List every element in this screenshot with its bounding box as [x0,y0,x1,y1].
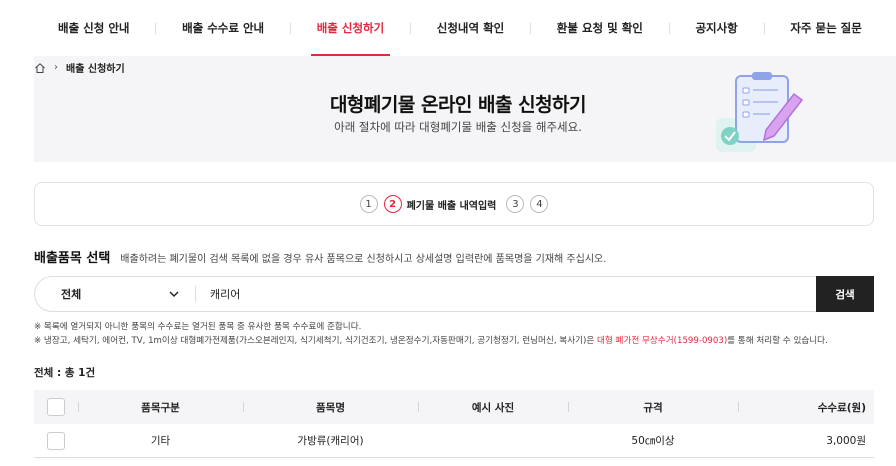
top-nav: 배출 신청 안내 배출 수수료 안내 배출 신청하기 신청내역 확인 환불 요청… [0,0,896,56]
notice-line-2-end: 를 통해 처리할 수 있습니다. [727,336,828,346]
nav-item-faq[interactable]: 자주 묻는 질문 [790,0,862,56]
header-checkbox-cell [34,390,78,424]
row-category: 기타 [150,435,171,447]
header-spec: 규격 [568,390,738,424]
header-fee: 수수료(원) [738,390,874,424]
row-spec: 50㎝이상 [631,435,675,447]
nav-item-notice[interactable]: 공지사항 [695,0,737,56]
step-indicator: 1 2 폐기물 배출 내역입력 3 4 [34,182,874,226]
row-fee: 3,000원 [826,435,866,447]
nav-separator [530,22,532,34]
nav-item-guide[interactable]: 배출 신청 안내 [58,0,130,56]
nav-item-apply[interactable]: 배출 신청하기 [310,0,391,56]
nav-item-history[interactable]: 신청내역 확인 [437,0,504,56]
table-header: 품목구분 품목명 예시 사진 규격 수수료(원) [34,390,874,424]
nav-item-refund[interactable]: 환불 요청 및 확인 [557,0,643,56]
results-table: 품목구분 품목명 예시 사진 규격 수수료(원) 기타 가방류(캐리어) 50㎝… [34,390,874,458]
notice-line-2-text: ※ 냉장고, 세탁기, 에어컨, TV, 1m이상 대형폐가전제품(가스오븐레인… [34,336,597,346]
section-header: 배출품목 선택 배출하려는 폐기물이 검색 목록에 없을 경우 유사 품목으로 … [34,247,606,266]
row-checkbox[interactable] [47,431,65,450]
header-category: 품목구분 [78,390,243,424]
notice-line-1: ※ 목록에 열거되지 아니한 품목의 수수료는 열거된 품목 중 유사한 품목 … [34,322,362,332]
table-row[interactable]: 기타 가방류(캐리어) 50㎝이상 3,000원 [34,424,874,458]
search-bar: 전체 검색 [34,276,874,312]
select-all-checkbox[interactable] [47,398,65,416]
notice-text: ※ 목록에 열거되지 아니한 품목의 수수료는 열거된 품목 중 유사한 품목 … [34,320,828,348]
section-description: 배출하려는 폐기물이 검색 목록에 없을 경우 유사 품목으로 신청하시고 상세… [120,254,607,265]
step-2-label: 폐기물 배출 내역입력 [406,200,497,212]
header-photo: 예시 사진 [418,390,568,424]
chevron-right-icon: › [54,62,58,73]
notice-line-2: ※ 냉장고, 세탁기, 에어컨, TV, 1m이상 대형폐가전제품(가스오븐레인… [34,334,828,348]
total-count: 전체 : 총 1건 [34,367,96,379]
row-checkbox-cell [34,424,78,457]
nav-separator [289,22,291,34]
nav-separator [409,22,411,34]
free-pickup-highlight: 대형 폐가전 무상수거(1599-0903) [597,336,728,346]
breadcrumb-current[interactable]: 배출 신청하기 [66,60,125,75]
clipboard-pen-illustration-icon [716,72,804,152]
nav-separator [763,22,765,34]
nav-item-fee-guide[interactable]: 배출 수수료 안내 [182,0,264,56]
step-4: 4 [530,195,549,213]
category-select[interactable]: 전체 [35,277,195,311]
breadcrumb: › 배출 신청하기 [34,60,125,75]
search-input[interactable] [196,277,816,311]
row-name: 가방류(캐리어) [297,435,364,447]
home-icon[interactable] [34,62,46,74]
row-photo [418,424,568,457]
category-select-value: 전체 [61,288,82,301]
chevron-down-icon [169,291,179,297]
nav-separator [155,22,157,34]
step-2-active: 2 [383,195,402,213]
nav-separator [668,22,670,34]
step-1: 1 [359,195,378,213]
header-name: 품목명 [243,390,418,424]
section-title: 배출품목 선택 [34,251,111,266]
hero-banner: › 배출 신청하기 대형폐기물 온라인 배출 신청하기 아래 절차에 따라 대형… [34,56,896,162]
step-3: 3 [506,195,525,213]
search-button[interactable]: 검색 [816,276,874,312]
